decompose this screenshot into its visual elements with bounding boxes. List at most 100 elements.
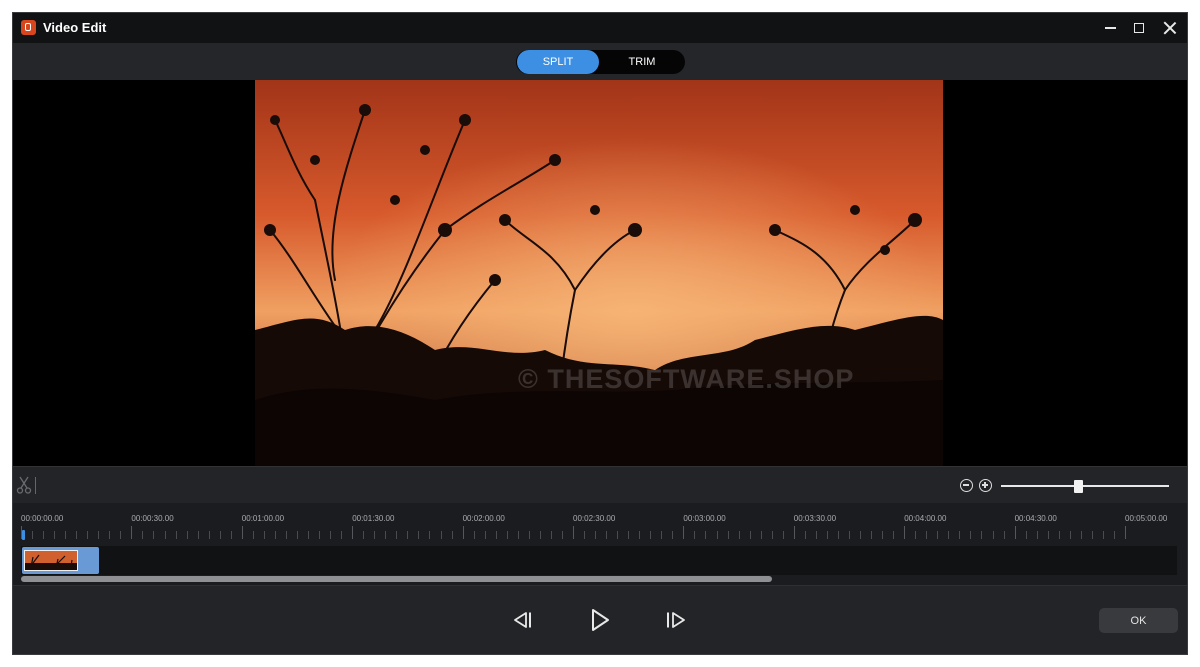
time-tick [76, 531, 78, 539]
time-tick [650, 531, 652, 539]
tab-trim[interactable]: TRIM [601, 50, 683, 74]
time-tick [584, 531, 586, 539]
time-tick [849, 531, 850, 539]
time-tick [374, 531, 376, 539]
time-tick [87, 531, 89, 539]
zoom-slider[interactable] [1001, 480, 1169, 493]
time-tick [385, 531, 387, 539]
time-tick [760, 531, 762, 539]
time-tick [860, 531, 862, 539]
time-tick [959, 531, 961, 539]
time-tick [628, 531, 630, 539]
time-tick [528, 531, 530, 539]
timeline-scrollbar[interactable] [21, 576, 1177, 582]
zoom-slider-handle[interactable] [1074, 480, 1084, 493]
time-tick [297, 531, 298, 539]
play-icon[interactable] [586, 606, 614, 634]
time-label: 00:03:00.00 [683, 514, 726, 523]
time-tick [197, 531, 199, 539]
time-label: 00:04:30.00 [1014, 514, 1057, 523]
time-tick [230, 531, 232, 539]
time-tick [727, 531, 729, 539]
maximize-button[interactable] [1123, 13, 1155, 43]
edit-toolbar [13, 466, 1187, 503]
next-frame-icon[interactable] [663, 606, 691, 634]
time-tick [1069, 531, 1071, 539]
time-tick [484, 531, 486, 539]
time-tick [396, 531, 398, 539]
zoom-out-icon[interactable] [960, 479, 973, 492]
time-tick [694, 531, 696, 539]
time-label: 00:02:00.00 [462, 514, 505, 523]
title-bar: Video Edit [13, 13, 1187, 43]
time-tick [606, 531, 608, 539]
time-tick [738, 531, 740, 539]
time-tick [804, 531, 806, 539]
time-tick [837, 531, 839, 539]
time-tick [926, 531, 928, 539]
time-tick [1014, 526, 1016, 539]
time-tick [120, 531, 122, 539]
time-tick [219, 531, 221, 539]
time-tick [142, 531, 144, 539]
clip-thumbnail [24, 550, 78, 571]
time-label: 00:01:00.00 [241, 514, 285, 523]
time-tick [440, 531, 442, 539]
tab-split[interactable]: SPLIT [517, 50, 599, 74]
time-tick [341, 531, 343, 539]
time-tick [1125, 526, 1126, 539]
time-tick [539, 531, 541, 539]
time-tick [1036, 531, 1038, 539]
toolbar-divider [35, 477, 36, 494]
time-tick [473, 531, 475, 539]
time-label: 00:00:30.00 [131, 514, 174, 523]
zoom-slider-track [1001, 485, 1169, 487]
time-tick [109, 531, 111, 539]
scissors-icon[interactable] [15, 476, 33, 494]
playback-controls: OK [13, 585, 1187, 654]
watermark-text: © THESOFTWARE.SHOP [518, 364, 855, 394]
time-tick [1047, 531, 1049, 539]
time-tick [815, 531, 817, 539]
minimize-button[interactable] [1094, 13, 1126, 43]
time-tick [407, 531, 409, 539]
time-tick [915, 531, 917, 539]
playhead[interactable] [22, 530, 25, 540]
app-icon [21, 20, 36, 35]
time-tick [429, 531, 431, 539]
sunset-silhouette-image [255, 80, 943, 466]
time-tick [308, 531, 310, 539]
time-label: 00:01:30.00 [352, 514, 395, 523]
time-tick [98, 531, 100, 539]
time-tick [970, 531, 972, 539]
timeline-scrollbar-thumb[interactable] [21, 576, 773, 582]
time-tick [330, 531, 332, 539]
time-tick [937, 531, 939, 539]
ok-button[interactable]: OK [1099, 608, 1178, 633]
time-tick [617, 531, 619, 539]
time-label: 00:04:00.00 [904, 514, 947, 523]
time-tick [285, 531, 287, 539]
time-tick [517, 531, 519, 539]
time-label: 00:02:30.00 [573, 514, 616, 523]
time-tick [992, 531, 994, 539]
video-frame [255, 80, 943, 466]
video-preview: © THESOFTWARE.SHOP [13, 80, 1187, 466]
previous-frame-icon[interactable] [509, 606, 537, 634]
time-tick [893, 531, 895, 539]
timeline: 00:00:00.00 00:00:30.00 00:01:00.00 00:01:3… [13, 503, 1187, 585]
time-tick [1058, 531, 1060, 539]
time-tick [164, 531, 166, 539]
time-tick [1003, 531, 1005, 539]
time-tick [716, 531, 718, 539]
time-tick [948, 531, 950, 539]
minimize-icon [1104, 27, 1116, 29]
video-edit-window: Video Edit SPLIT TRIM © THESOFTWARE.SHOP… [12, 12, 1188, 655]
time-tick [319, 531, 321, 539]
time-tick [749, 531, 751, 539]
close-button[interactable] [1154, 13, 1186, 43]
video-clip[interactable] [22, 547, 99, 574]
time-tick [826, 531, 828, 539]
zoom-in-icon[interactable] [979, 479, 992, 492]
maximize-icon [1134, 23, 1144, 33]
